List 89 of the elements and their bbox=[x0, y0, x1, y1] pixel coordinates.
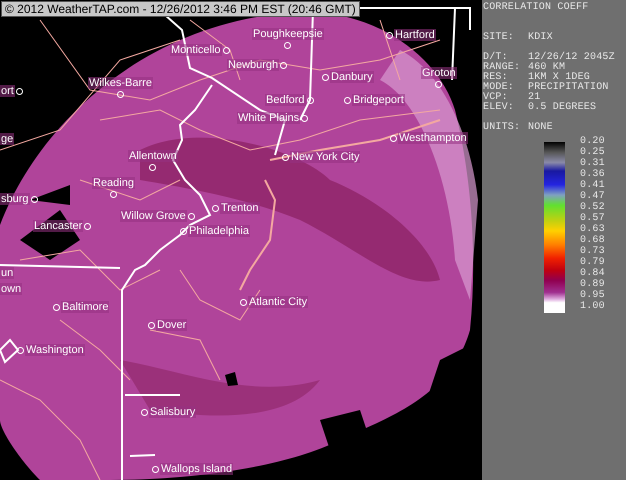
city-label: Newburgh bbox=[227, 59, 280, 71]
city-label: Salisbury bbox=[149, 406, 196, 418]
city-marker-icon bbox=[435, 81, 442, 88]
city-label: Danbury bbox=[330, 71, 374, 83]
city-marker-icon bbox=[30, 196, 38, 202]
scale-value: 0.31 bbox=[580, 158, 605, 169]
city-label: New York City bbox=[290, 151, 360, 163]
detail-label: D/T: bbox=[483, 53, 508, 63]
city-marker-icon bbox=[222, 46, 230, 54]
units-label: UNITS: bbox=[483, 123, 522, 133]
scale-value: 0.36 bbox=[580, 169, 605, 180]
detail-label: VCP: bbox=[483, 93, 508, 103]
city-marker-icon bbox=[148, 322, 155, 328]
city-label: own bbox=[0, 283, 22, 295]
city-label: Atlantic City bbox=[248, 296, 308, 308]
detail-value: 12/26/12 2045Z bbox=[528, 53, 616, 63]
city-marker-icon bbox=[116, 91, 124, 98]
city-marker-icon bbox=[301, 114, 308, 122]
city-label: Lancaster bbox=[33, 220, 84, 232]
copyright-timestamp-banner: © 2012 WeatherTAP.com - 12/26/2012 3:46 PM EST (20:46 GMT) bbox=[1, 1, 360, 17]
city-label: un bbox=[0, 267, 14, 279]
city-label: Philadelphia bbox=[188, 225, 250, 237]
detail-value: 460 KM bbox=[528, 63, 566, 73]
city-marker-icon bbox=[17, 346, 24, 354]
scale-value: 0.63 bbox=[580, 224, 605, 235]
city-marker-icon bbox=[16, 88, 23, 94]
city-label: Monticello bbox=[170, 44, 222, 56]
city-label: Reading bbox=[92, 177, 135, 189]
scale-value: 0.57 bbox=[580, 213, 605, 224]
city-label: ort bbox=[0, 85, 15, 97]
city-marker-icon bbox=[53, 304, 60, 310]
city-marker-icon bbox=[110, 191, 117, 198]
city-marker-icon bbox=[84, 222, 92, 230]
city-label: Wallops Island bbox=[160, 463, 234, 475]
city-label: Allentown bbox=[128, 150, 178, 162]
city-label: Groton bbox=[421, 67, 457, 79]
scale-value: 0.52 bbox=[580, 202, 605, 213]
city-marker-icon bbox=[284, 42, 292, 49]
city-label: Trenton bbox=[220, 202, 260, 214]
scale-value: 0.89 bbox=[580, 279, 605, 290]
city-label: Wilkes-Barre bbox=[88, 77, 153, 89]
city-label: Washington bbox=[25, 344, 85, 356]
site-label: SITE: bbox=[483, 33, 516, 43]
city-label: Westhampton bbox=[398, 132, 468, 144]
city-marker-icon bbox=[390, 134, 397, 142]
site-value: KDIX bbox=[528, 33, 554, 43]
detail-value: 21 bbox=[528, 93, 540, 103]
city-marker-icon bbox=[344, 96, 351, 104]
scale-value: 0.68 bbox=[580, 235, 605, 246]
scale-value: 0.47 bbox=[580, 191, 605, 202]
city-marker-icon bbox=[282, 154, 289, 160]
city-label: Bridgeport bbox=[352, 94, 405, 106]
city-label: Willow Grove bbox=[120, 210, 187, 222]
city-marker-icon bbox=[149, 164, 156, 171]
city-marker-icon bbox=[306, 96, 314, 104]
city-marker-icon bbox=[322, 74, 329, 80]
city-label: Bedford bbox=[265, 94, 306, 106]
detail-label: MODE: bbox=[483, 83, 516, 93]
detail-value: 0.5 DEGREES bbox=[528, 103, 598, 113]
city-marker-icon bbox=[188, 212, 195, 220]
detail-value: PRECIPITATION bbox=[528, 83, 610, 93]
city-marker-icon bbox=[386, 32, 393, 38]
city-marker-icon bbox=[152, 466, 159, 472]
detail-label: ELEV: bbox=[483, 103, 516, 113]
city-label: Poughkeepsie bbox=[252, 28, 324, 40]
city-label: Hartford bbox=[394, 29, 436, 41]
scale-value: 0.84 bbox=[580, 268, 605, 279]
detail-label: RANGE: bbox=[483, 63, 522, 73]
detail-label: RES: bbox=[483, 73, 508, 83]
scale-value: 0.20 bbox=[580, 136, 605, 147]
city-marker-icon bbox=[180, 228, 187, 234]
city-marker-icon bbox=[141, 408, 148, 416]
scale-value: 0.41 bbox=[580, 180, 605, 191]
city-label: White Plains bbox=[237, 112, 300, 124]
scale-value: 1.00 bbox=[580, 301, 605, 312]
city-label: ge bbox=[0, 133, 14, 145]
city-marker-icon bbox=[280, 62, 288, 68]
scale-value: 0.95 bbox=[580, 290, 605, 301]
city-label: Dover bbox=[156, 319, 188, 331]
city-label: Baltimore bbox=[61, 301, 110, 313]
product-title: CORRELATION COEFF bbox=[483, 3, 590, 13]
detail-value: 1KM X 1DEG bbox=[528, 73, 590, 83]
scale-value: 0.73 bbox=[580, 246, 605, 257]
scale-value: 0.79 bbox=[580, 257, 605, 268]
scale-value: 0.25 bbox=[580, 147, 605, 158]
city-marker-icon bbox=[212, 204, 219, 212]
units-value: NONE bbox=[528, 123, 554, 133]
city-marker-icon bbox=[240, 298, 247, 306]
city-label: sburg bbox=[0, 193, 30, 205]
